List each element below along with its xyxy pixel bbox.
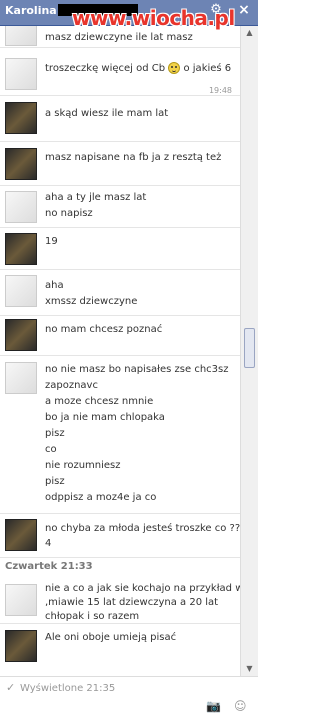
message-text: ,miawie 15 lat dziewczyna a 20 lat [45, 597, 219, 608]
message-text: pisz [45, 476, 65, 487]
avatar[interactable] [5, 319, 37, 351]
avatar[interactable] [5, 191, 37, 223]
message-text: masz napisane na fb ja z resztą też [45, 152, 222, 163]
message-text: no chyba za młoda jesteś troszke co ?? [45, 523, 240, 534]
message-list[interactable]: masz dziewczyne ile lat masz troszeczkę … [0, 26, 240, 676]
emoticon-icon[interactable]: ☺ [234, 699, 248, 713]
message-item: no nie masz bo napisałes zse chc3sz zapo… [0, 356, 240, 514]
message-text: aha a ty jle masz lat [45, 192, 147, 203]
avatar[interactable] [5, 148, 37, 180]
checkmark-icon: ✓ [6, 681, 16, 694]
message-text: Ale oni oboje umieją pisać [45, 632, 177, 643]
message-text: zapoznavc [45, 380, 98, 391]
message-item: masz napisane na fb ja z resztą też [0, 142, 240, 186]
message-item: no chyba za młoda jesteś troszke co ?? 4 [0, 514, 240, 558]
camera-icon[interactable]: 📷 [206, 699, 222, 713]
message-text: 4 [45, 538, 52, 549]
day-separator: Czwartek 21:33 [5, 561, 93, 572]
message-text: masz dziewczyne ile lat masz [45, 32, 193, 43]
message-text: troszeczkę więcej od Cb o jakieś 6 [45, 62, 231, 74]
avatar[interactable] [5, 275, 37, 307]
seen-status: Wyświetlone 21:35 [20, 683, 116, 694]
message-item: no mam chcesz poznać [0, 316, 240, 356]
message-text: a moze chcesz nmnie [45, 396, 154, 407]
message-item: troszeczkę więcej od Cb o jakieś 6 19:48 [0, 48, 240, 96]
message-text: 19 [45, 236, 58, 247]
scroll-up-arrow-icon[interactable]: ▲ [241, 26, 258, 40]
message-text: no mam chcesz poznać [45, 324, 163, 335]
message-text: xmssz dziewczyne [45, 296, 138, 307]
message-item: nie a co a jak sie kochajo na przykład w… [0, 576, 240, 624]
chat-contact-name[interactable]: Karolina [5, 4, 57, 17]
message-text: a skąd wiesz ile mam lat [45, 108, 169, 119]
message-text: nie rozumniesz [45, 460, 121, 471]
message-item: Ale oni oboje umieją pisać [0, 624, 240, 674]
close-icon[interactable]: × [236, 2, 252, 18]
message-text: odppisz a moz4e ja co [45, 492, 157, 503]
message-text: chłopak i so razem [45, 611, 140, 622]
message-text: bo ja nie mam chlopaka [45, 412, 165, 423]
message-item: aha xmssz dziewczyne [0, 270, 240, 316]
message-timestamp: 19:48 [208, 86, 232, 95]
message-item: 19 [0, 228, 240, 270]
message-item: a skąd wiesz ile mam lat [0, 96, 240, 142]
message-text: aha [45, 280, 64, 291]
message-text: pisz [45, 428, 65, 439]
smiley-emoticon-icon [168, 62, 181, 74]
message-text-part: troszeczkę więcej od Cb [45, 63, 166, 74]
message-text: co [45, 444, 57, 455]
avatar[interactable] [5, 519, 37, 551]
avatar[interactable] [5, 58, 37, 90]
avatar[interactable] [5, 584, 37, 616]
message-item: aha a ty jle masz lat no napisz [0, 186, 240, 228]
chat-footer: ✓ Wyświetlone 21:35 📷 ☺ [0, 676, 258, 716]
scroll-down-arrow-icon[interactable]: ▼ [241, 662, 258, 676]
message-item: masz dziewczyne ile lat masz [0, 26, 240, 48]
avatar[interactable] [5, 362, 37, 394]
message-text: no nie masz bo napisałes zse chc3sz [45, 364, 229, 375]
avatar[interactable] [5, 630, 37, 662]
message-text: no napisz [45, 208, 93, 219]
message-scrollbar[interactable]: ▲ ▼ [240, 26, 258, 676]
avatar[interactable] [5, 102, 37, 134]
avatar[interactable] [5, 26, 37, 46]
scrollbar-thumb[interactable] [244, 328, 255, 368]
avatar[interactable] [5, 233, 37, 265]
message-text-part: o jakieś 6 [183, 63, 232, 74]
message-text: nie a co a jak sie kochajo na przykład w [45, 583, 240, 594]
